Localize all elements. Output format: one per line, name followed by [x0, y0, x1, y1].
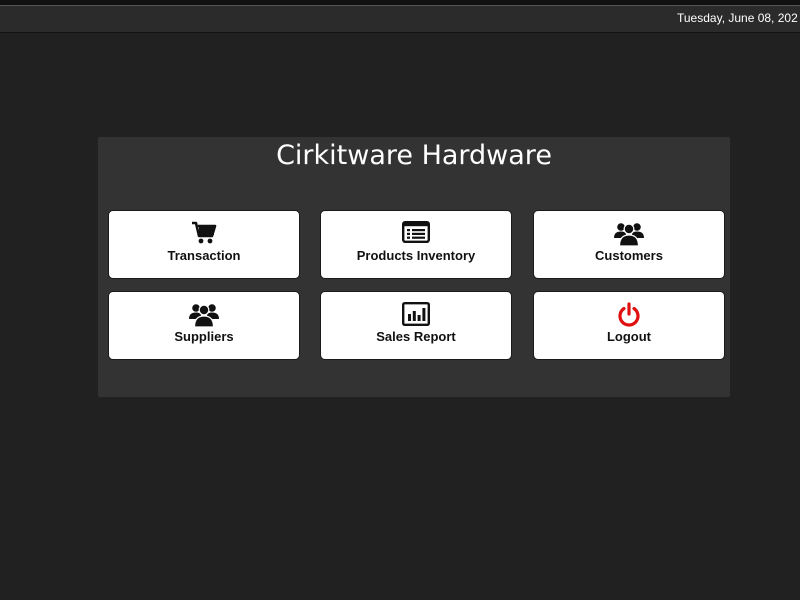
users-icon	[189, 302, 219, 328]
sales-report-button[interactable]: Sales Report	[320, 291, 512, 360]
customers-label: Customers	[595, 248, 663, 263]
transaction-label: Transaction	[167, 248, 241, 263]
inventory-list-icon	[402, 221, 430, 247]
customers-button[interactable]: Customers	[533, 210, 725, 279]
users-icon	[614, 221, 644, 247]
sales-report-label: Sales Report	[376, 329, 456, 344]
transaction-button[interactable]: Transaction	[108, 210, 300, 279]
app-title: Cirkitware Hardware	[276, 140, 552, 171]
power-icon	[616, 302, 642, 328]
logout-button[interactable]: Logout	[533, 291, 725, 360]
bar-chart-icon	[402, 302, 430, 328]
top-bar: Tuesday, June 08, 202	[0, 6, 800, 33]
products-inventory-button[interactable]: Products Inventory	[320, 210, 512, 279]
date-display: Tuesday, June 08, 202	[677, 11, 798, 25]
cart-icon	[191, 221, 217, 247]
logout-label: Logout	[606, 329, 652, 344]
suppliers-label: Suppliers	[174, 329, 234, 344]
suppliers-button[interactable]: Suppliers	[108, 291, 300, 360]
main-menu-panel: Cirkitware Hardware Transaction Products…	[98, 137, 730, 397]
products-inventory-label: Products Inventory	[356, 248, 476, 263]
